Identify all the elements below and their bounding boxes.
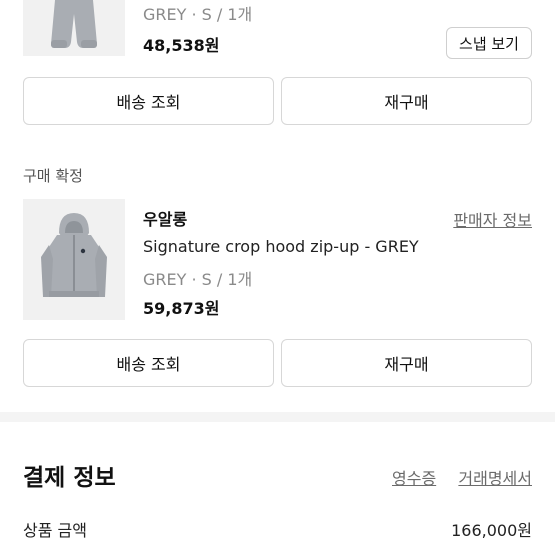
rebuy-button[interactable]: 재구매 [281,77,532,125]
pants-icon [51,0,97,48]
rebuy-button[interactable]: 재구매 [281,339,532,387]
product-name[interactable]: Signature crop hood zip-up - GREY [143,237,419,256]
product-thumbnail-hoodie[interactable] [23,199,125,320]
seller-info-link[interactable]: 판매자 정보 [453,207,532,231]
product-price: 48,538원 [143,36,220,55]
product-option-text: GREY · S / 1개 [143,270,253,289]
track-delivery-button[interactable]: 배송 조회 [23,77,274,125]
transaction-statement-link[interactable]: 거래명세서 [458,465,532,489]
product-amount-value: 166,000원 [451,521,532,540]
hoodie-icon [41,213,107,297]
receipt-link[interactable]: 영수증 [392,465,436,489]
product-price: 59,873원 [143,299,220,318]
product-option-text: GREY · S / 1개 [143,5,253,24]
product-amount-label: 상품 금액 [23,521,87,540]
track-delivery-button[interactable]: 배송 조회 [23,339,274,387]
product-thumbnail-pants[interactable] [23,0,125,56]
order-status-label: 구매 확정 [23,167,83,185]
snap-view-button[interactable]: 스냅 보기 [446,27,532,59]
section-divider [0,412,555,422]
payment-section-title: 결제 정보 [23,465,116,491]
shop-name[interactable]: 우알롱 [143,206,187,230]
